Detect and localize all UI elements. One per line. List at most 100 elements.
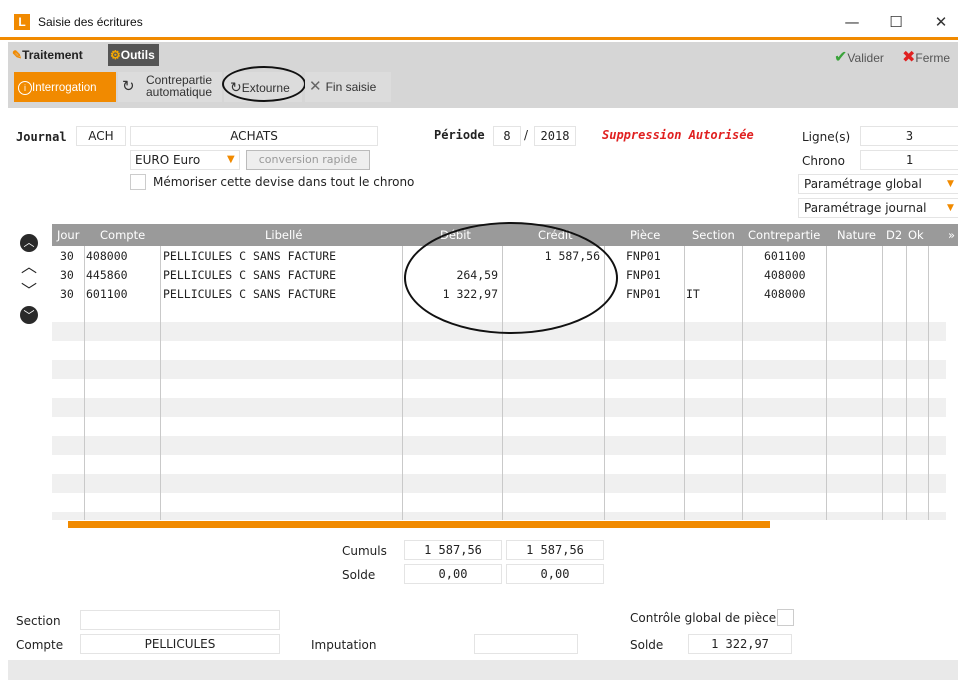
empty-row	[52, 436, 946, 455]
cell-contrepartie: 601100	[764, 249, 806, 263]
close-icon: ✖	[902, 49, 916, 66]
imputation-field[interactable]	[474, 634, 578, 654]
cumuls-credit: 1 587,56	[506, 540, 604, 560]
cell-compte: 601100	[86, 287, 128, 301]
highlight-ellipse	[404, 222, 618, 334]
cell-libelle: PELLICULES C SANS FACTURE	[163, 249, 337, 263]
devise-select[interactable]: EURO Euro ▼	[130, 150, 240, 170]
ribbon-toolbar: ✎Traitement ⚙Outils i Interrogation ↻ Con…	[8, 42, 958, 108]
contrepartie-automatique-button[interactable]: ↻ Contrepartie automatique	[118, 72, 222, 102]
cumuls-label: Cumuls	[342, 544, 387, 558]
periode-separator: /	[524, 128, 529, 142]
lignes-value: 3	[860, 126, 958, 146]
cell-piece: FNP01	[626, 287, 661, 301]
col-section[interactable]: Section	[692, 224, 735, 246]
memoriser-checkbox[interactable]	[130, 174, 146, 190]
col-libelle[interactable]: Libellé	[265, 224, 302, 246]
compte-label: Compte	[16, 638, 64, 652]
section-field[interactable]	[80, 610, 280, 630]
interrogation-button[interactable]: i Interrogation	[14, 72, 116, 102]
solde-debit: 0,00	[404, 564, 502, 584]
footer-solde-label: Solde	[630, 638, 664, 652]
cell-jour: 30	[60, 268, 74, 282]
cumuls-debit: 1 587,56	[404, 540, 502, 560]
fin-saisie-label: Fin saisie	[325, 80, 377, 94]
col-d2[interactable]: D2	[886, 224, 902, 246]
last-record-icon[interactable]: ﹀	[20, 306, 38, 324]
status-bar	[8, 660, 958, 680]
periode-label: Période	[434, 128, 485, 142]
maximize-button[interactable]: ☐	[886, 12, 906, 32]
solde-label: Solde	[342, 568, 376, 582]
cell-jour: 30	[60, 249, 74, 263]
compte-field[interactable]: PELLICULES	[80, 634, 280, 654]
empty-row	[52, 360, 946, 379]
valider-label: Valider	[847, 51, 884, 65]
valider-button[interactable]: ✔Valider	[834, 44, 900, 72]
memoriser-label: Mémoriser cette devise dans tout le chro…	[153, 175, 415, 189]
pencil-icon: ✎	[12, 48, 23, 62]
close-button[interactable]: ✕	[931, 12, 951, 32]
cell-piece: FNP01	[626, 249, 661, 263]
cell-piece: FNP01	[626, 268, 661, 282]
expand-columns-icon[interactable]: »	[948, 224, 955, 246]
param-journal-select[interactable]: Paramétrage journal ▼	[798, 198, 958, 218]
window-title: Saisie des écritures	[38, 15, 143, 29]
fermer-label: Ferme	[915, 51, 951, 65]
previous-record-icon[interactable]: ︿	[20, 258, 38, 276]
section-label: Section	[16, 614, 61, 628]
journal-code-field[interactable]: ACH	[76, 126, 126, 146]
lignes-label: Ligne(s)	[802, 130, 851, 144]
tab-traitement[interactable]: ✎Traitement	[12, 44, 83, 66]
cell-libelle: PELLICULES C SANS FACTURE	[163, 287, 337, 301]
contrepartie-label-2: automatique	[145, 85, 213, 99]
fermer-button[interactable]: ✖Ferme	[902, 44, 958, 72]
fin-saisie-button[interactable]: ✕ Fin saisie	[305, 72, 391, 102]
cell-compte: 408000	[86, 249, 128, 263]
cell-jour: 30	[60, 287, 74, 301]
periode-year-field[interactable]: 2018	[534, 126, 576, 146]
col-ok[interactable]: Ok	[908, 224, 924, 246]
empty-row	[52, 398, 946, 417]
tab-outils-label: Outils	[120, 48, 155, 62]
cell-section: IT	[686, 287, 700, 301]
param-journal-label: Paramétrage journal	[804, 201, 927, 215]
footer-solde-value: 1 322,97	[688, 634, 792, 654]
imputation-label: Imputation	[311, 638, 377, 652]
chevron-down-icon: ▼	[947, 179, 954, 189]
col-contrepartie[interactable]: Contrepartie	[748, 224, 820, 246]
cell-libelle: PELLICULES C SANS FACTURE	[163, 268, 337, 282]
first-record-icon[interactable]: ︿	[20, 234, 38, 252]
cell-compte: 445860	[86, 268, 128, 282]
devise-value: EURO Euro	[135, 153, 201, 167]
status-badge: Suppression Autorisée	[602, 128, 754, 142]
solde-credit: 0,00	[506, 564, 604, 584]
tab-outils[interactable]: ⚙Outils	[108, 44, 159, 66]
highlight-ellipse	[222, 66, 306, 102]
empty-row	[52, 474, 946, 493]
col-piece[interactable]: Pièce	[630, 224, 660, 246]
next-record-icon[interactable]: ﹀	[20, 282, 38, 300]
conversion-rapide-button[interactable]: conversion rapide	[246, 150, 370, 170]
tab-traitement-label: Traitement	[22, 48, 83, 62]
col-jour[interactable]: Jour	[57, 224, 79, 246]
controle-checkbox[interactable]	[777, 609, 794, 626]
empty-row	[52, 512, 946, 520]
col-compte[interactable]: Compte	[100, 224, 145, 246]
periode-month-field[interactable]: 8	[493, 126, 521, 146]
col-nature[interactable]: Nature	[837, 224, 876, 246]
param-global-select[interactable]: Paramétrage global ▼	[798, 174, 958, 194]
journal-name-field[interactable]: ACHATS	[130, 126, 378, 146]
interrogation-label: Interrogation	[32, 82, 97, 94]
gear-icon: ⚙	[110, 48, 121, 62]
chevron-down-icon: ▼	[947, 203, 954, 213]
horizontal-scrollbar[interactable]	[68, 521, 770, 528]
controle-label: Contrôle global de pièce	[630, 611, 777, 625]
title-bar: L Saisie des écritures — ☐ ✕	[0, 0, 958, 40]
cross-icon: ✕	[309, 78, 322, 95]
chrono-label: Chrono	[802, 154, 845, 168]
minimize-button[interactable]: —	[842, 12, 862, 32]
info-icon: i	[18, 80, 32, 95]
journal-label: Journal	[16, 130, 67, 144]
contrepartie-label-wrap: Contrepartie automatique	[142, 65, 216, 98]
